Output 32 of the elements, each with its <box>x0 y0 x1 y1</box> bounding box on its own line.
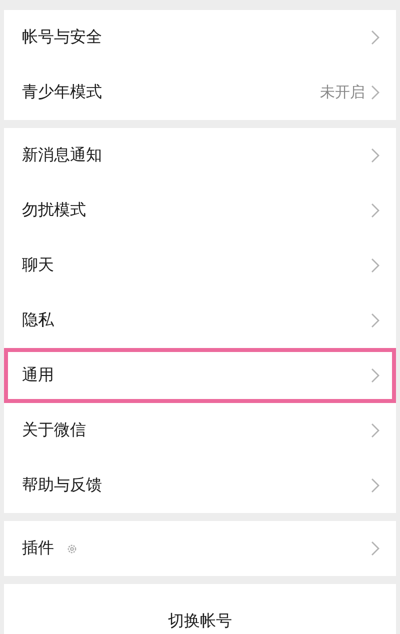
chevron-right-icon <box>371 478 380 493</box>
setting-row[interactable]: 新消息通知 <box>4 128 396 183</box>
setting-label: 插件 <box>22 538 54 559</box>
setting-row[interactable]: 关于微信 <box>4 403 396 458</box>
setting-label: 通用 <box>22 365 54 386</box>
setting-row[interactable]: 插件 <box>4 521 396 576</box>
setting-row[interactable]: 聊天 <box>4 238 396 293</box>
highlighted-setting-row[interactable]: 通用 <box>4 348 396 403</box>
setting-label: 帮助与反馈 <box>22 475 102 496</box>
setting-label: 隐私 <box>22 310 54 331</box>
setting-label: 帐号与安全 <box>22 27 102 48</box>
gear-icon <box>66 542 78 554</box>
setting-label: 青少年模式 <box>22 82 102 103</box>
setting-row[interactable]: 青少年模式 未开启 <box>4 65 396 120</box>
chevron-right-icon <box>371 85 380 100</box>
chevron-right-icon <box>371 368 380 383</box>
setting-row[interactable]: 隐私 <box>4 293 396 348</box>
chevron-right-icon <box>371 423 380 438</box>
setting-row[interactable]: 帐号与安全 <box>4 10 396 65</box>
chevron-right-icon <box>371 203 380 218</box>
setting-label: 聊天 <box>22 255 54 276</box>
chevron-right-icon <box>371 313 380 328</box>
setting-label: 勿扰模式 <box>22 200 86 221</box>
chevron-right-icon <box>371 30 380 45</box>
setting-label: 新消息通知 <box>22 145 102 166</box>
setting-row[interactable]: 勿扰模式 <box>4 183 396 238</box>
chevron-right-icon <box>371 148 380 163</box>
chevron-right-icon <box>371 541 380 556</box>
chevron-right-icon <box>371 258 380 273</box>
setting-value: 未开启 <box>320 83 365 102</box>
setting-label: 关于微信 <box>22 420 86 441</box>
setting-row[interactable]: 帮助与反馈 <box>4 458 396 513</box>
